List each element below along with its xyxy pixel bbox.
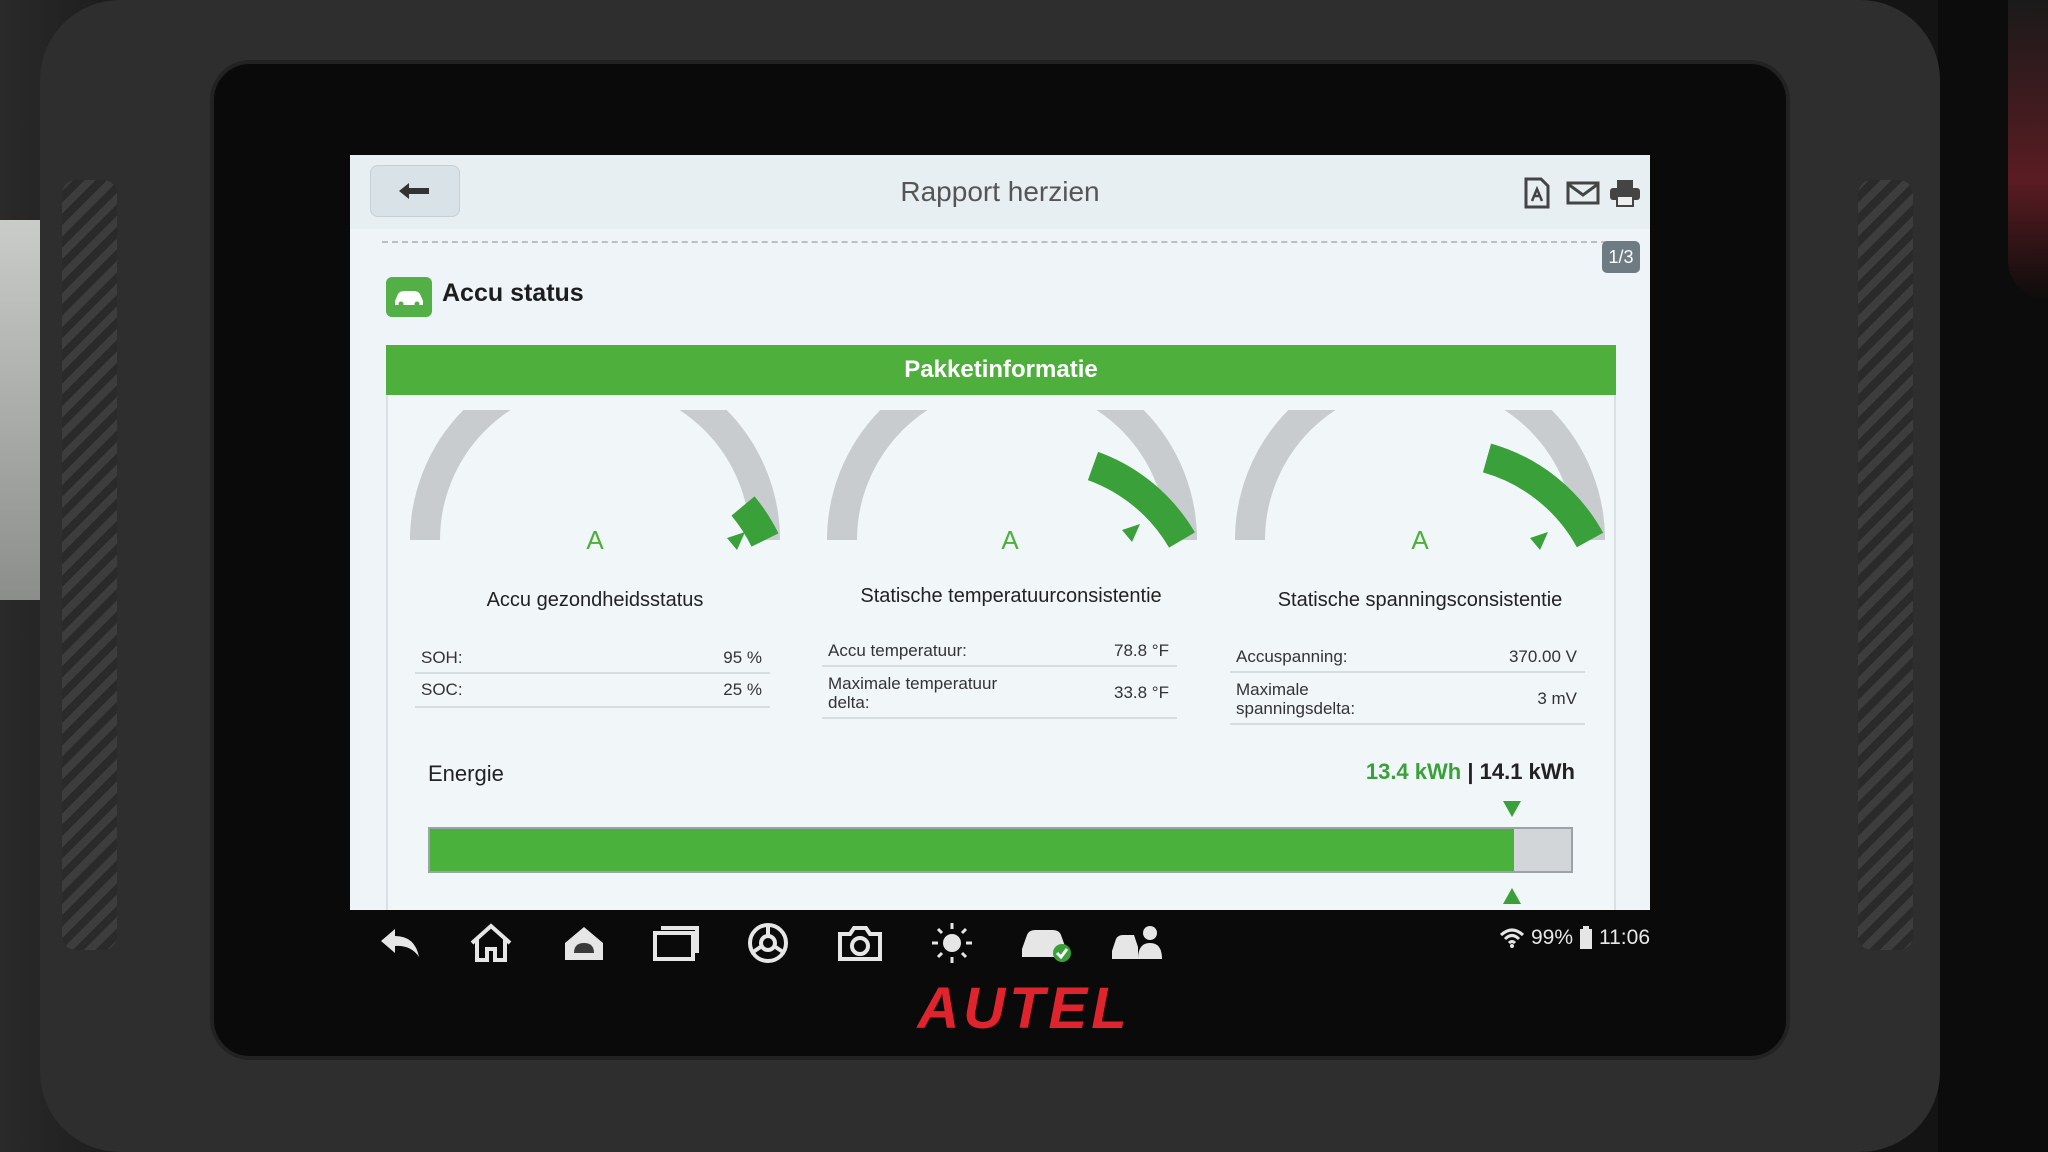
row-value: 33.8 °F [1114,683,1169,702]
header-divider [382,241,1627,243]
energy-bar [428,827,1573,873]
gauge-health-label: Accu gezondheidsstatus [486,589,704,611]
gauge-temperature-grade: A [1001,525,1019,555]
row-key: SOC: [421,680,463,699]
car-battery-icon [395,291,423,307]
table-row: Maximale temperatuur delta: 33.8 °F [822,667,1177,719]
android-icon [565,927,603,960]
nav-home-button[interactable] [463,918,519,968]
page-indicator: 1/3 [1602,241,1640,273]
clock: 11:06 [1599,926,1650,949]
back-arrow-icon [399,183,429,199]
return-icon [381,929,419,957]
device-grip-left [62,180,117,950]
email-button[interactable] [1564,175,1602,211]
energy-values: 13.4 kWh | 14.1 kWh [1366,759,1575,785]
pdf-icon [1524,177,1550,209]
system-nav-bar: 99% 11:06 [350,910,1650,980]
energy-marker-top [1503,801,1521,817]
browser-icon [748,923,788,963]
row-value: 25 % [723,680,762,699]
nav-camera-button[interactable] [832,918,888,968]
vehicle-check-icon [1022,930,1071,962]
brightness-icon [932,923,972,963]
section-icon [386,277,432,317]
nav-back-button[interactable] [372,918,428,968]
table-row: Maximale spanningsdelta: 3 mV [1230,673,1585,725]
gauge-health-fill [731,496,779,547]
nav-recent-button[interactable] [648,918,704,968]
panel-header: Pakketinformatie [386,345,1616,395]
row-key: SOH: [421,648,463,667]
gauge-temperature-label: Statische temperatuurconsistentie [860,585,1162,607]
background-accent [2008,0,2048,300]
row-key: Accu temperatuur: [828,641,967,660]
page-title: Rapport herzien [900,176,1100,207]
recent-apps-icon [653,926,699,961]
print-button[interactable] [1606,175,1644,211]
row-value: 78.8 °F [1114,641,1169,660]
energy-marker-bottom [1503,888,1521,904]
table-row: Accu temperatuur: 78.8 °F [822,633,1177,667]
energy-label: Energie [428,761,504,786]
mail-icon [1566,181,1600,205]
status-bar: 99% 11:06 [1499,926,1650,950]
row-value: 95 % [723,648,762,667]
nav-support-button[interactable] [1110,918,1166,968]
nav-vci-button[interactable] [556,918,612,968]
energy-separator: | [1467,759,1474,784]
row-key: Maximale temperatuur delta: [828,674,998,712]
gauge-voltage-grade: A [1411,525,1429,555]
brand-logo: AUTEL [917,976,1131,1041]
energy-max: 14.1 kWh [1479,759,1575,784]
export-pdf-button[interactable] [1518,175,1556,211]
device-grip-right [1858,180,1913,950]
table-row: Accuspanning: 370.00 V [1230,639,1585,673]
row-key: Maximale spanningsdelta: [1236,680,1356,718]
print-icon [1610,180,1640,207]
nav-browser-button[interactable] [740,918,796,968]
row-value: 3 mV [1537,689,1577,708]
row-key: Accuspanning: [1236,647,1348,666]
table-row: SOC: 25 % [415,674,770,708]
energy-current: 13.4 kWh [1365,759,1462,784]
camera-icon [838,926,882,961]
nav-vehicle-button[interactable] [1018,918,1074,968]
energy-bar-fill [430,829,1514,871]
row-value: 370.00 V [1508,647,1577,666]
wifi-icon [1499,928,1524,948]
section-title: Accu status [442,279,584,307]
battery-icon [1580,926,1592,949]
home-icon [470,923,512,962]
back-button[interactable] [370,165,460,217]
table-row: SOH: 95 % [415,640,770,674]
gauge-health-grade: A [586,525,604,555]
gauge-voltage-label: Statische spanningsconsistentie [1277,589,1563,611]
battery-percent: 99% [1530,926,1573,949]
screen: Rapport herzien 1/3 Accu status Pakketin… [350,155,1650,910]
technician-icon [1112,926,1162,959]
nav-brightness-button[interactable] [924,918,980,968]
